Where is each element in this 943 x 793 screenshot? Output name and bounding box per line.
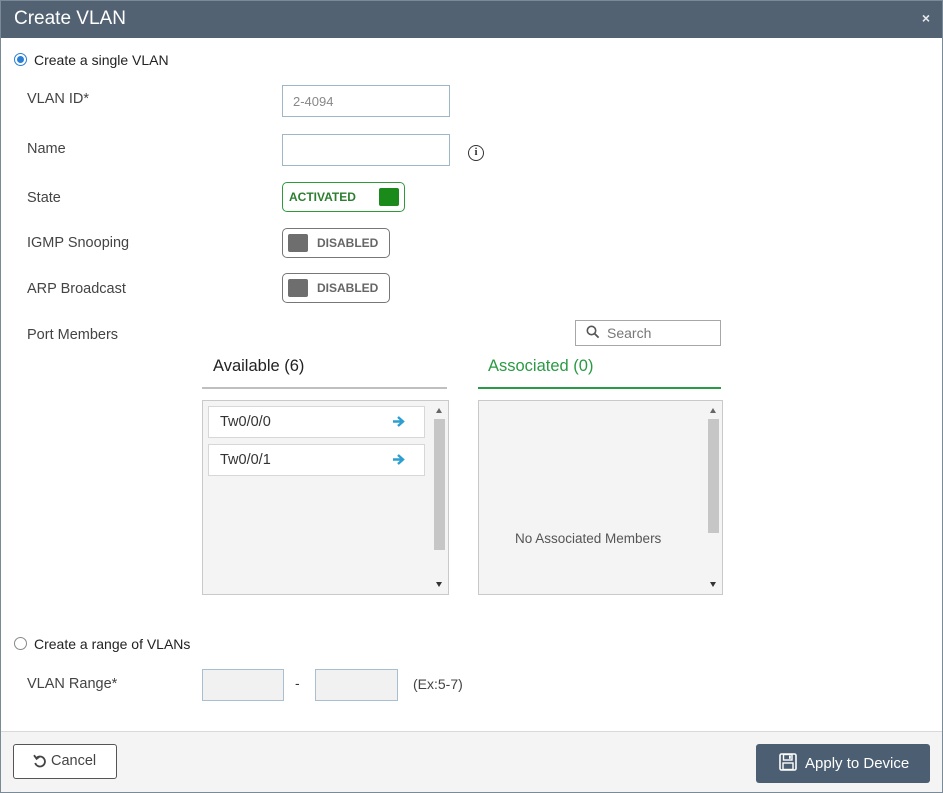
- port-name: Tw0/0/1: [220, 452, 271, 468]
- state-label: State: [27, 190, 61, 206]
- single-vlan-radio-label[interactable]: Create a single VLAN: [34, 52, 169, 68]
- search-placeholder: Search: [607, 325, 652, 341]
- range-separator: -: [295, 675, 300, 691]
- toggle-knob: [288, 279, 308, 297]
- arp-broadcast-label: ARP Broadcast: [27, 281, 126, 297]
- igmp-snooping-toggle[interactable]: DISABLED: [282, 228, 390, 258]
- available-title: Available (6): [213, 357, 305, 375]
- name-label: Name: [27, 141, 66, 157]
- list-item[interactable]: Tw0/0/1: [208, 444, 425, 476]
- associated-list: No Associated Members: [478, 400, 723, 595]
- vlan-range-label: VLAN Range*: [27, 676, 118, 692]
- apply-label: Apply to Device: [805, 755, 910, 772]
- available-scrollbar[interactable]: [431, 401, 447, 594]
- scroll-down-icon[interactable]: [710, 582, 716, 587]
- range-vlan-radio-label[interactable]: Create a range of VLANs: [34, 636, 190, 652]
- title-bar: Create VLAN ×: [1, 1, 942, 38]
- available-list: Tw0/0/0 Tw0/0/1: [202, 400, 449, 595]
- info-icon[interactable]: i: [468, 145, 484, 161]
- associated-empty-text: No Associated Members: [515, 531, 662, 546]
- scroll-up-icon[interactable]: [436, 408, 442, 413]
- undo-icon: [33, 754, 47, 773]
- scroll-up-icon[interactable]: [710, 408, 716, 413]
- igmp-snooping-label: IGMP Snooping: [27, 235, 130, 251]
- available-underline: [202, 387, 447, 389]
- vlan-range-to-input[interactable]: [315, 669, 398, 701]
- apply-to-device-button[interactable]: Apply to Device: [756, 744, 930, 783]
- scroll-thumb[interactable]: [708, 419, 719, 533]
- associated-underline: [478, 387, 721, 389]
- arp-toggle-text: DISABLED: [317, 281, 379, 295]
- list-item[interactable]: Tw0/0/0: [208, 406, 425, 438]
- dialog-title: Create VLAN: [14, 8, 126, 29]
- arrow-right-icon[interactable]: [392, 415, 405, 433]
- cancel-label: Cancel: [51, 753, 97, 769]
- port-members-label: Port Members: [27, 327, 119, 343]
- single-vlan-radio[interactable]: [14, 53, 27, 66]
- scroll-down-icon[interactable]: [436, 582, 442, 587]
- vlan-id-label: VLAN ID*: [27, 91, 90, 107]
- vlan-range-hint: (Ex:5-7): [413, 676, 463, 692]
- search-icon: [586, 325, 600, 344]
- toggle-knob: [288, 234, 308, 252]
- close-icon[interactable]: ×: [922, 10, 930, 26]
- igmp-toggle-text: DISABLED: [317, 236, 379, 250]
- save-icon: [779, 753, 797, 776]
- port-search-input[interactable]: Search: [575, 320, 721, 346]
- range-vlan-radio[interactable]: [14, 637, 27, 650]
- vlan-range-from-input[interactable]: [202, 669, 284, 701]
- state-toggle-text: ACTIVATED: [289, 190, 356, 204]
- toggle-knob: [379, 188, 399, 206]
- create-vlan-dialog: Create VLAN × Create a single VLAN VLAN …: [0, 0, 943, 793]
- scroll-thumb[interactable]: [434, 419, 445, 550]
- vlan-id-input[interactable]: [282, 85, 450, 117]
- associated-title: Associated (0): [488, 357, 594, 375]
- cancel-button[interactable]: Cancel: [13, 744, 117, 779]
- port-name: Tw0/0/0: [220, 414, 271, 430]
- state-toggle[interactable]: ACTIVATED: [282, 182, 405, 212]
- dialog-footer: Cancel Apply to Device: [1, 731, 942, 792]
- associated-scrollbar[interactable]: [705, 401, 721, 594]
- arrow-right-icon[interactable]: [392, 453, 405, 471]
- arp-broadcast-toggle[interactable]: DISABLED: [282, 273, 390, 303]
- name-input[interactable]: [282, 134, 450, 166]
